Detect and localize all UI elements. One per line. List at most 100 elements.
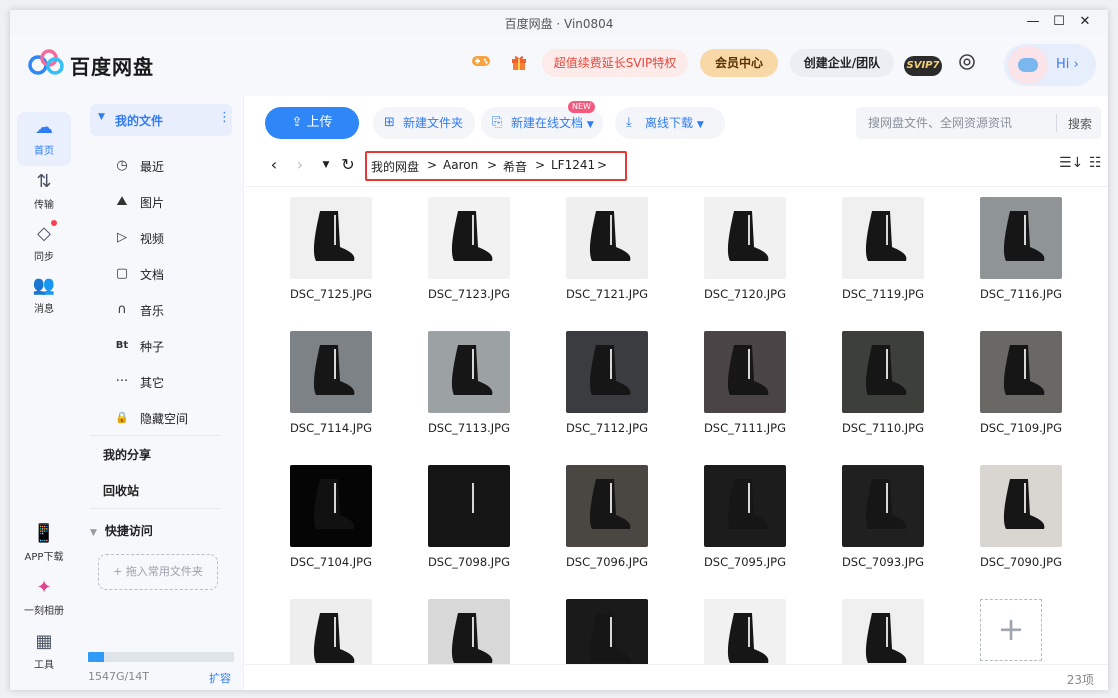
search-input[interactable] xyxy=(856,107,1056,139)
quick-access-header[interactable]: ▼ 快捷访问 xyxy=(90,522,153,539)
rail-item-tools[interactable]: ▦ 工具 xyxy=(17,626,71,680)
gift-icon[interactable] xyxy=(508,53,530,75)
file-tile[interactable]: DSC_7093.JPG xyxy=(828,455,938,581)
image-thumbnail xyxy=(842,331,924,413)
history-dropdown-icon[interactable]: ▼ xyxy=(317,155,335,175)
offline-download-button[interactable]: ⤓ 离线下载 ▼ xyxy=(615,107,725,139)
breadcrumb-item[interactable]: LF1241 xyxy=(551,158,595,172)
image-thumbnail xyxy=(704,331,786,413)
shoe-cover-icon xyxy=(451,345,493,395)
rail-item-sync[interactable]: ◇ 同步 xyxy=(17,218,71,272)
sidebar-item-my-share[interactable]: 我的分享 xyxy=(103,446,151,463)
shoe-cover-icon xyxy=(589,613,631,663)
file-tile[interactable]: DSC_7114.JPG xyxy=(276,321,386,447)
file-tile[interactable]: DSC_7112.JPG xyxy=(552,321,662,447)
breadcrumb-item[interactable]: 希音 xyxy=(503,158,527,175)
file-tile[interactable]: DSC_7113.JPG xyxy=(414,321,524,447)
breadcrumb-item[interactable]: Aaron xyxy=(443,158,478,172)
minimize-button[interactable]: — xyxy=(1024,13,1042,31)
caret-down-icon: ▼ xyxy=(586,120,594,130)
rail-item-album[interactable]: ✦ 一刻相册 xyxy=(17,572,71,626)
image-icon: ⛰ xyxy=(116,194,128,209)
maximize-button[interactable]: ☐ xyxy=(1050,13,1068,31)
more-options-icon[interactable]: ⋮ xyxy=(218,110,231,125)
file-tile[interactable]: DSC_7121.JPG xyxy=(552,187,662,313)
quick-access-dropzone[interactable]: + 拖入常用文件夹 xyxy=(98,554,218,590)
rail-item-messages[interactable]: 👥 消息 xyxy=(17,270,71,324)
shoe-cover-icon xyxy=(865,211,907,261)
shoe-cover-icon xyxy=(727,613,769,663)
offline-download-label: 离线下载 xyxy=(645,116,694,130)
back-icon[interactable]: ‹ xyxy=(265,155,283,175)
breadcrumb-item[interactable]: 我的网盘 xyxy=(371,158,419,175)
file-tile[interactable] xyxy=(828,589,938,664)
file-tile[interactable]: DSC_7109.JPG xyxy=(966,321,1076,447)
navigation-row: ‹ › ▼ ↻ 我的网盘 > Aaron > 希音 > LF1241 > ☰↓ … xyxy=(245,146,1108,186)
file-tile[interactable]: DSC_7119.JPG xyxy=(828,187,938,313)
file-tile[interactable]: DSC_7104.JPG xyxy=(276,455,386,581)
create-enterprise-button[interactable]: 创建企业/团队 xyxy=(790,49,894,77)
file-tile[interactable] xyxy=(690,589,800,664)
search-divider xyxy=(1056,114,1057,132)
svip-promo-button[interactable]: 超值续费延长SVIP特权 xyxy=(542,49,688,77)
new-folder-button[interactable]: ⊞ 新建文件夹 xyxy=(373,107,475,139)
vip-center-button[interactable]: 会员中心 xyxy=(700,49,778,77)
rail-item-app-download[interactable]: 📱 APP下载 xyxy=(17,518,71,572)
search-button[interactable]: 搜索 xyxy=(1068,115,1092,132)
upload-button[interactable]: ⇪ 上传 xyxy=(265,107,359,139)
image-thumbnail xyxy=(290,465,372,547)
bt-icon: Bt xyxy=(115,340,129,351)
refresh-icon[interactable]: ↻ xyxy=(339,155,357,175)
file-tile[interactable]: DSC_7111.JPG xyxy=(690,321,800,447)
chevron-right-icon: › xyxy=(1073,57,1079,72)
file-tile[interactable]: DSC_7125.JPG xyxy=(276,187,386,313)
logo-text: 百度网盘 xyxy=(70,55,154,79)
file-tile[interactable]: DSC_7098.JPG xyxy=(414,455,524,581)
file-tile[interactable]: DSC_7123.JPG xyxy=(414,187,524,313)
file-name: DSC_7110.JPG xyxy=(841,421,925,435)
file-name: DSC_7121.JPG xyxy=(565,287,649,301)
file-tile[interactable]: DSC_7090.JPG xyxy=(966,455,1076,581)
file-grid: DSC_7125.JPG DSC_7123.JPG DSC_7121.JPG DSC_… xyxy=(245,187,1108,664)
rail-item-home[interactable]: ☁ 首页 xyxy=(17,112,71,166)
svip-level-badge[interactable]: SVIP7 xyxy=(904,56,942,76)
add-file-tile[interactable]: + xyxy=(966,589,1076,664)
rail-item-transfer[interactable]: ⇅ 传输 xyxy=(17,166,71,220)
shoe-cover-icon xyxy=(727,211,769,261)
file-tile[interactable]: DSC_7120.JPG xyxy=(690,187,800,313)
sidebar-item-label: 种子 xyxy=(140,340,165,354)
shoe-cover-icon xyxy=(1003,211,1045,261)
gamepad-icon[interactable] xyxy=(470,53,492,75)
rail-label: APP下载 xyxy=(24,552,64,563)
sort-icon[interactable]: ☰↓ xyxy=(1059,155,1083,171)
greeting-text: Hi xyxy=(1056,57,1070,72)
image-thumbnail xyxy=(704,599,786,664)
rail-label: 消息 xyxy=(34,304,54,315)
file-tile[interactable]: DSC_7116.JPG xyxy=(966,187,1076,313)
album-icon: ✦ xyxy=(36,577,52,598)
divider xyxy=(90,508,220,509)
forward-icon[interactable]: › xyxy=(291,155,309,175)
sidebar-item-recycle-bin[interactable]: 回收站 xyxy=(103,482,139,499)
file-tile[interactable]: DSC_7095.JPG xyxy=(690,455,800,581)
file-tile[interactable] xyxy=(414,589,524,664)
headphones-icon: ∩ xyxy=(117,302,127,317)
file-tile[interactable] xyxy=(552,589,662,664)
shoe-cover-icon xyxy=(865,613,907,663)
title-bar: 百度网盘 · Vin0804 — ☐ ✕ xyxy=(10,10,1108,34)
list-view-icon[interactable]: ☷ xyxy=(1089,155,1102,171)
user-profile-button[interactable]: Hi › xyxy=(1004,44,1096,86)
shoe-cover-icon xyxy=(313,479,355,529)
file-name: DSC_7095.JPG xyxy=(703,555,787,569)
file-tile[interactable]: DSC_7096.JPG xyxy=(552,455,662,581)
new-folder-label: 新建文件夹 xyxy=(403,116,464,130)
expand-storage-link[interactable]: 扩容 xyxy=(209,670,231,686)
file-tile[interactable]: DSC_7110.JPG xyxy=(828,321,938,447)
settings-icon[interactable] xyxy=(956,53,978,75)
file-tile[interactable] xyxy=(276,589,386,664)
sidebar-item-label: 最近 xyxy=(140,160,165,174)
close-button[interactable]: ✕ xyxy=(1076,13,1094,31)
image-thumbnail xyxy=(842,197,924,279)
sidebar-item-my-files[interactable]: ▼ 我的文件 ⋮ xyxy=(90,104,232,136)
sidebar-item-label: 视频 xyxy=(140,232,165,246)
